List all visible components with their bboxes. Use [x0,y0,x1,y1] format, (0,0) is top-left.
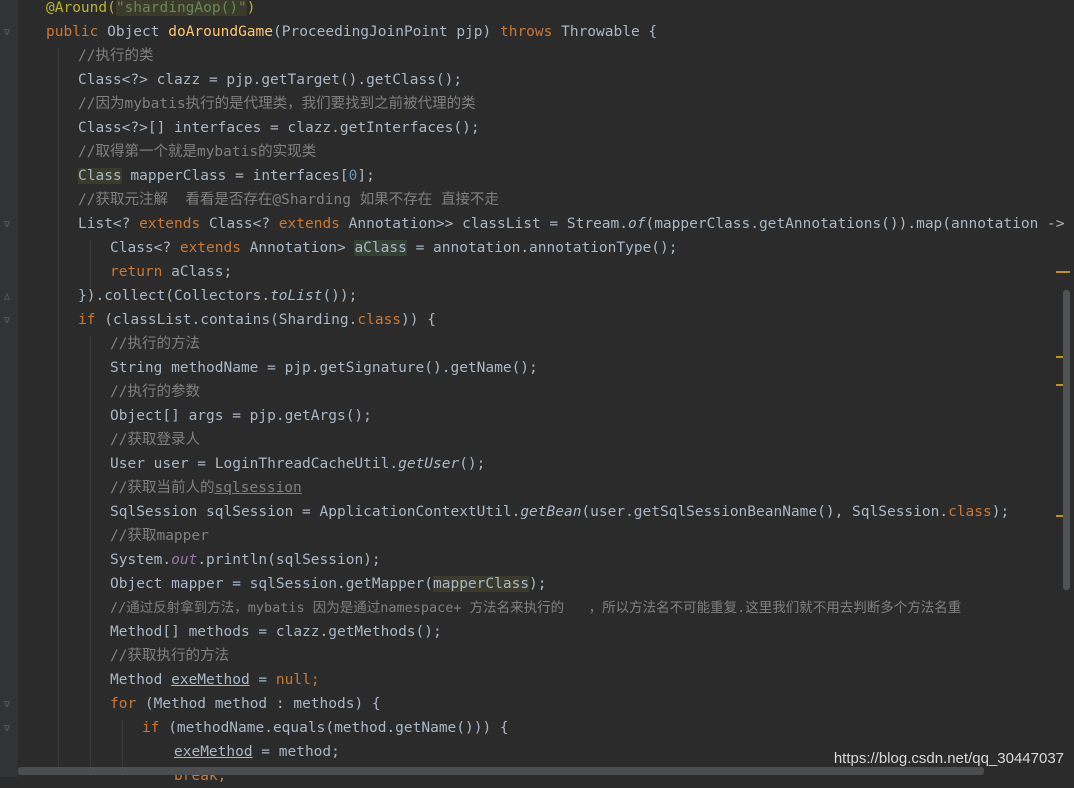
indent-guide [90,240,91,288]
code-line-27: //获取执行的方法 [110,648,229,664]
code-line-21: SqlSession sqlSession = ApplicationConte… [110,504,1010,520]
code-line-30: if (methodName.equals(method.getName()))… [142,720,509,736]
code-line-13: if (classList.contains(Sharding.class)) … [78,312,436,328]
code-line-14: //执行的方法 [110,336,200,352]
code-line-23: System.out.println(sqlSession); [110,552,381,568]
code-line-2: //执行的类 [78,48,154,64]
indent-guide [90,336,91,776]
code-line-31: exeMethod = method; [174,744,340,760]
warning-marker[interactable] [1056,271,1070,273]
code-line-12: }).collect(Collectors.toList()); [78,288,358,304]
code-line-22: //获取mapper [110,528,209,544]
watermark-text: https://blog.csdn.net/qq_30447037 [833,750,1064,767]
code-line-29: for (Method method : methods) { [110,696,381,712]
code-line-19: User user = LoginThreadCacheUtil.getUser… [110,456,486,472]
horizontal-scrollbar[interactable] [18,767,984,775]
code-line-28: Method exeMethod = null; [110,672,320,688]
code-line-6: //取得第一个就是mybatis的实现类 [78,144,317,160]
code-line-7: Class mapperClass = interfaces[0]; [78,168,375,184]
code-editor[interactable]: @Around("shardingAop()") public Object d… [0,0,1074,784]
code-line-1: public Object doAroundGame(ProceedingJoi… [46,24,658,40]
code-line-15: String methodName = pjp.getSignature().g… [110,360,538,376]
code-line-18: //获取登录人 [110,432,200,448]
code-line-3: Class<?> clazz = pjp.getTarget().getClas… [78,72,463,88]
code-line-8: //获取元注解 看看是否存在@Sharding 如果不存在 直接不走 [78,192,499,208]
vertical-scrollbar[interactable] [1063,290,1070,590]
code-line-9: List<? extends Class<? extends Annotatio… [78,216,1074,232]
code-line-25: //通过反射拿到方法，mybatis 因为是通过namespace+ 方法名来执… [110,600,962,616]
code-line-0: @Around("shardingAop()") [46,0,256,16]
code-line-26: Method[] methods = clazz.getMethods(); [110,624,442,640]
code-line-17: Object[] args = pjp.getArgs(); [110,408,372,424]
code-line-20: //获取当前人的sqlsession [110,480,302,496]
code-line-16: //执行的参数 [110,384,200,400]
code-line-11: return aClass; [110,264,233,280]
code-line-10: Class<? extends Annotation> aClass = ann… [110,240,678,256]
code-line-24: Object mapper = sqlSession.getMapper(map… [110,576,547,592]
indent-guide [58,48,59,768]
code-line-4: //因为mybatis执行的是代理类，我们要找到之前被代理的类 [78,96,476,112]
code-line-5: Class<?>[] interfaces = clazz.getInterfa… [78,120,480,136]
